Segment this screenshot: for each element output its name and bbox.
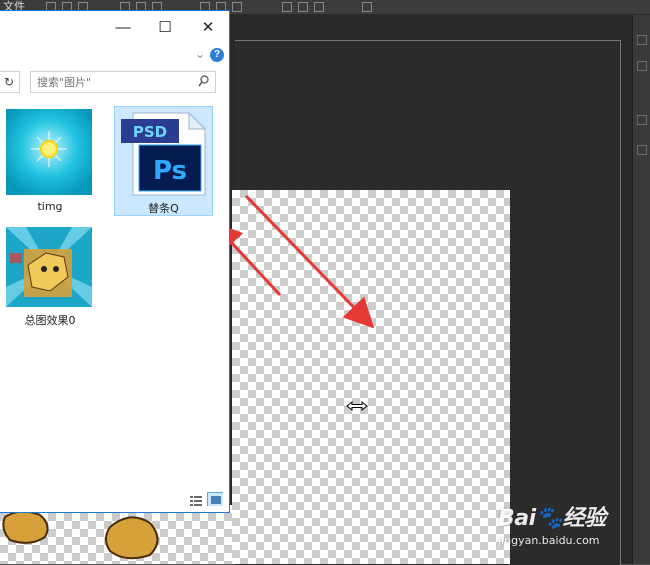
close-button[interactable]: ✕: [188, 15, 228, 41]
file-name-timg: timg: [37, 200, 63, 213]
details-view-icon[interactable]: [188, 493, 204, 507]
sun-burst-thumbnail-icon: [6, 109, 92, 195]
refresh-button[interactable]: ↻: [0, 71, 20, 93]
maximize-button[interactable]: ☐: [145, 15, 185, 41]
file-explorer-window: — ☐ ✕ ⌄ ? ↻ 搜索"图片" timg PSD Ps 替条Q 总图效果0: [0, 10, 230, 513]
baidu-watermark: Bai🐾经验 jingyan.baidu.com: [498, 500, 606, 547]
search-input[interactable]: [30, 71, 216, 93]
file-item-timg[interactable]: timg: [6, 109, 94, 217]
ribbon-bar: ⌄ ?: [0, 45, 229, 67]
search-icon[interactable]: [198, 75, 210, 87]
horizontal-resize-cursor-icon: [346, 400, 368, 412]
psd-badge-text: PSD: [133, 123, 167, 141]
chevron-down-icon[interactable]: ⌄: [195, 47, 205, 61]
large-icons-view-icon[interactable]: [207, 492, 223, 506]
minimize-button[interactable]: —: [103, 15, 143, 41]
watermark-url: jingyan.baidu.com: [498, 534, 600, 547]
help-icon[interactable]: ?: [210, 48, 224, 62]
paw-icon: 🐾: [535, 506, 563, 531]
watermark-brand-suffix: 经验: [562, 506, 607, 531]
file-name-effect: 总图效果0: [24, 314, 76, 327]
watermark-logo: Bai🐾经验: [498, 500, 606, 532]
title-bar[interactable]: — ☐ ✕: [0, 11, 229, 45]
file-item-effect[interactable]: 总图效果0: [6, 227, 94, 335]
ps-logo-text: Ps: [153, 156, 187, 186]
file-name-psd: 替条Q: [148, 202, 179, 215]
psd-file-icon: PSD Ps: [121, 111, 207, 196]
arrow-to-canvas: [244, 194, 375, 329]
cartoon-image-thumbnail-icon: [6, 227, 92, 307]
address-row: ↻: [0, 71, 229, 95]
watermark-brand: Bai: [498, 506, 536, 531]
file-item-psd[interactable]: PSD Ps 替条Q: [114, 106, 213, 216]
